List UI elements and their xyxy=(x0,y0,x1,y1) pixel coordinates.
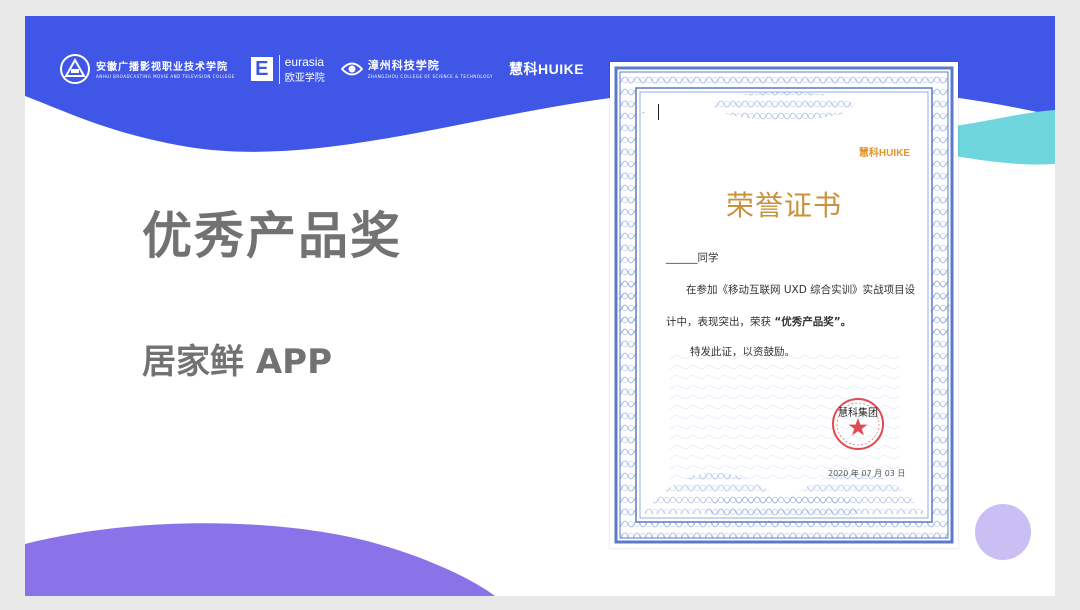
certificate-body-line2-prefix: 计中，表现突出，荣获 xyxy=(666,316,775,328)
zhangzhou-eye-icon xyxy=(340,62,363,76)
certificate-body-line2: 计中，表现突出，荣获 “优秀产品奖”。 xyxy=(666,314,851,329)
college1-name-en: ANHUI BROADCASTING MOVIE AND TELEVISION … xyxy=(96,73,235,79)
lavender-circle xyxy=(975,504,1031,560)
eurasia-logo: E eurasia 欧亚学院 xyxy=(250,54,325,84)
eurasia-e-icon: E xyxy=(250,57,273,81)
eurasia-name-en: eurasia xyxy=(284,54,325,69)
bottom-purple-wave xyxy=(25,523,495,596)
corner-mark: - xyxy=(642,108,645,117)
eurasia-name-cn: 欧亚学院 xyxy=(284,72,325,84)
recipient-line: ______同学 xyxy=(666,252,719,264)
certificate-body-line1: 在参加《移动互联网 UXD 综合实训》实战项目设 xyxy=(686,284,916,296)
award-subtitle: 居家鲜 APP xyxy=(142,342,332,382)
logo-bar: 安徽广播影视职业技术学院 ANHUI BROADCASTING MOVIE AN… xyxy=(60,52,600,86)
college1-logo: 安徽广播影视职业技术学院 ANHUI BROADCASTING MOVIE AN… xyxy=(60,54,235,84)
huike-logo-text: 慧科HUIKE xyxy=(508,61,585,77)
zhangzhou-name-en: ZHANGZHOU COLLEGE OF SCIENCE & TECHNOLOG… xyxy=(367,74,493,79)
zhangzhou-name-cn: 漳州科技学院 xyxy=(367,59,440,72)
certificate-title: 荣誉证书 xyxy=(725,189,842,222)
certificate-body-line3: 特发此证，以资鼓励。 xyxy=(690,346,795,358)
certificate-award-name: “优秀产品奖”。 xyxy=(774,316,852,328)
college1-name-cn: 安徽广播影视职业技术学院 xyxy=(96,61,228,73)
huike-logo: 慧科HUIKE xyxy=(509,59,584,79)
certificate-brand: 慧科HUIKE xyxy=(858,148,910,159)
certificate-date: 2020 年 07 月 03 日 xyxy=(828,469,906,478)
seal-star-icon xyxy=(848,418,868,436)
teal-swoosh xyxy=(955,110,1055,165)
zhangzhou-logo: 漳州科技学院 ZHANGZHOU COLLEGE OF SCIENCE & TE… xyxy=(340,57,493,81)
text-cursor xyxy=(658,104,659,120)
seal-text: 慧科集团 xyxy=(838,408,878,419)
certificate: - 慧科HUIKE 荣誉证书 ______同学 在参加《移动互联网 UXD 综合… xyxy=(610,62,958,548)
award-title: 优秀产品奖 xyxy=(142,207,402,265)
certificate-border xyxy=(614,66,954,544)
college1-emblem-icon xyxy=(60,54,90,84)
slide: 安徽广播影视职业技术学院 ANHUI BROADCASTING MOVIE AN… xyxy=(25,16,1055,596)
